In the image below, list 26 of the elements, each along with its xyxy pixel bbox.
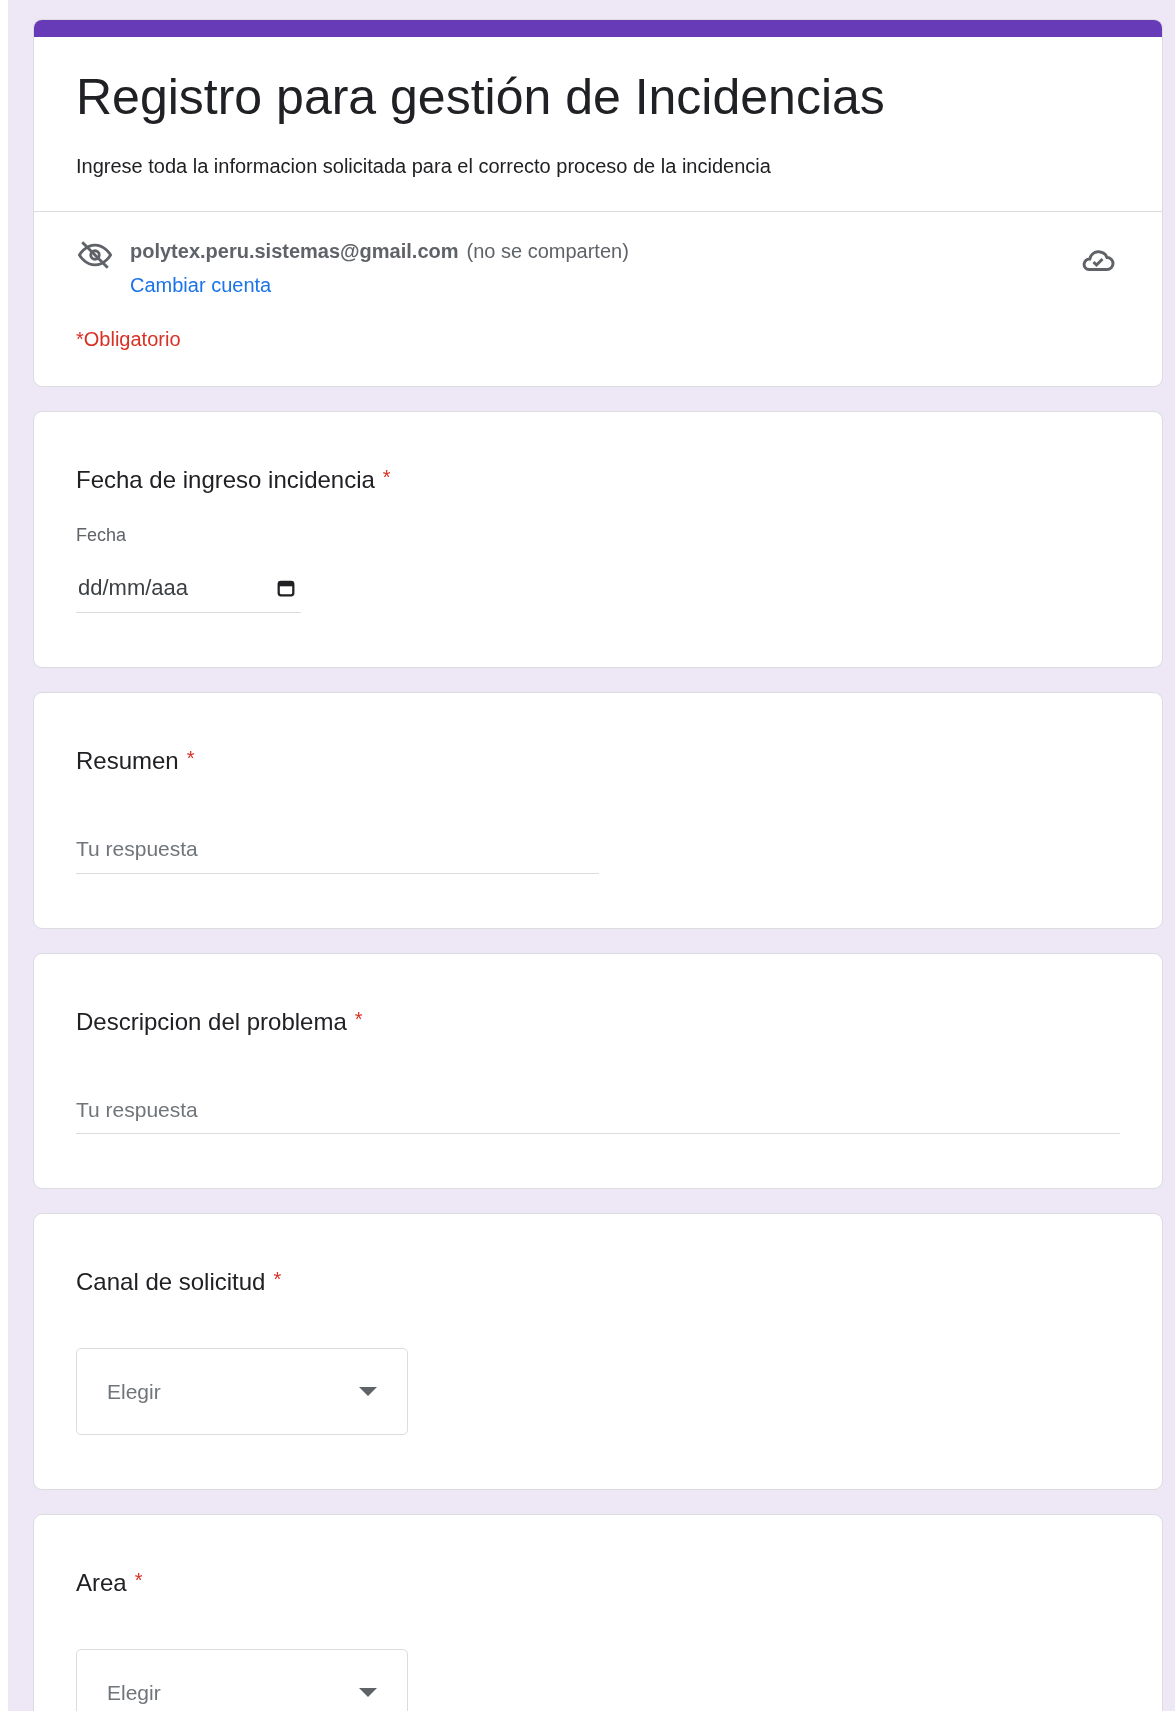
field-label: Fecha	[76, 524, 128, 547]
question-title: Area	[76, 1568, 127, 1598]
privacy-note: (no se comparten)	[466, 239, 629, 264]
text-field[interactable]: Tu respuesta	[76, 1087, 1120, 1134]
dropdown-field[interactable]: Elegir	[76, 1649, 408, 1711]
question-title: Descripcion del problema	[76, 1006, 347, 1037]
required-asterisk: *	[354, 1006, 363, 1032]
question-title: Fecha de ingreso incidencia	[76, 465, 375, 495]
switch-account-link[interactable]: Cambiar cuenta	[130, 270, 272, 300]
caret-icon	[359, 1688, 377, 1697]
required-asterisk: *	[273, 1267, 282, 1292]
dropdown-field[interactable]: Elegir	[76, 1348, 408, 1435]
required-asterisk: *	[134, 1568, 143, 1593]
required-note: *Obligatorio	[76, 327, 182, 352]
text-field[interactable]: Tu respuesta	[76, 827, 599, 874]
calendar-icon[interactable]	[277, 578, 295, 597]
question-title: Canal de solicitud	[76, 1267, 266, 1297]
eye-slash-icon	[76, 238, 114, 272]
required-asterisk: *	[186, 746, 195, 771]
form-description: Ingrese toda la informacion solicitada para el correcto proceso de la incidencia	[76, 154, 772, 179]
question-title: Resumen	[76, 746, 179, 776]
date-field[interactable]: dd/mm/aaa	[76, 565, 301, 613]
form-title: Registro para gestión de Incidencias	[76, 68, 886, 127]
required-asterisk: *	[382, 465, 391, 490]
caret-icon	[359, 1387, 377, 1396]
account-email: polytex.peru.sistemas@gmail.com	[130, 239, 459, 264]
